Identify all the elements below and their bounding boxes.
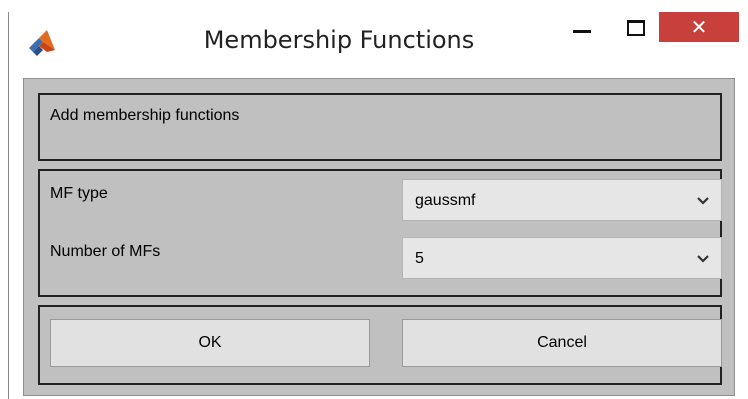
minimize-button[interactable] (560, 12, 604, 44)
close-icon: ✕ (690, 15, 708, 39)
window-title: Membership Functions (203, 26, 475, 54)
membership-functions-dialog: Membership Functions ✕ Add membership fu… (8, 12, 748, 399)
num-mfs-label: Number of MFs (50, 243, 161, 260)
chevron-down-icon (697, 197, 709, 205)
mf-type-select[interactable]: gaussmf (402, 179, 722, 221)
mf-type-value: gaussmf (415, 192, 476, 209)
cancel-button[interactable]: Cancel (402, 319, 722, 367)
maximize-icon (627, 20, 645, 36)
parameters-panel: MF type gaussmf Number of MFs 5 (38, 169, 722, 297)
num-mfs-select[interactable]: 5 (402, 237, 722, 279)
header-text: Add membership functions (50, 107, 240, 124)
header-panel: Add membership functions (38, 93, 722, 161)
chevron-down-icon (697, 255, 709, 263)
cropped-text-strip (0, 0, 748, 12)
minimize-icon (573, 29, 591, 33)
button-panel: OK Cancel (38, 305, 722, 385)
maximize-button[interactable] (614, 12, 658, 44)
dialog-body: Add membership functions MF type gaussmf… (23, 78, 735, 396)
close-button[interactable]: ✕ (659, 12, 739, 42)
ok-button[interactable]: OK (50, 319, 370, 367)
num-mfs-value: 5 (415, 250, 424, 267)
title-bar: Membership Functions ✕ (9, 12, 748, 74)
mf-type-label: MF type (50, 185, 108, 202)
